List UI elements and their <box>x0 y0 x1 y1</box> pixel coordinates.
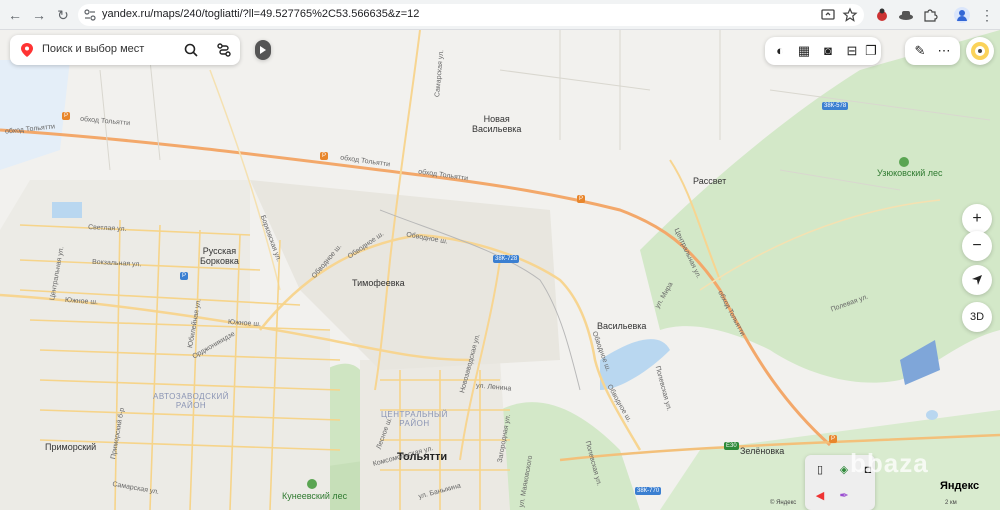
forward-icon[interactable]: → <box>30 6 48 24</box>
map-style-icon[interactable]: ❐ <box>863 40 879 62</box>
avatar-icon <box>971 42 989 60</box>
extensions-puzzle-icon[interactable] <box>922 7 938 23</box>
place-label: Кунеевский лес <box>282 491 348 501</box>
scale-label: 2 км <box>945 500 957 506</box>
play-icon <box>260 46 266 54</box>
watermark-logo: bbaza <box>850 448 929 478</box>
my-location-button[interactable] <box>962 265 992 295</box>
district-label: АВТОЗАВОДСКИЙ РАЙОН <box>153 392 230 410</box>
collapse-panel-button[interactable] <box>255 40 271 60</box>
cast-icon[interactable] <box>820 7 836 23</box>
star-icon[interactable] <box>842 7 858 23</box>
route-shield: 38К-770 <box>635 487 662 495</box>
browser-menu-icon[interactable]: ⋮ <box>978 6 996 24</box>
more-icon[interactable]: ⋯ <box>933 40 955 62</box>
forest-icon <box>899 157 909 167</box>
place-label: Узюковский лес <box>877 168 943 178</box>
phone-icon[interactable]: ▯ <box>809 459 831 481</box>
place-label: Тимофеевка <box>352 278 405 288</box>
ruler-icon[interactable]: ✎ <box>909 40 931 62</box>
route-shield: 38К-728 <box>493 255 520 263</box>
profile-avatar-icon[interactable] <box>954 7 970 23</box>
forest-icon <box>307 479 317 489</box>
url-text: yandex.ru/maps/240/togliatti/?ll=49.5277… <box>102 8 420 20</box>
tools-toolbar: ✎ ⋯ <box>905 37 960 65</box>
search-input[interactable]: Поиск и выбор мест <box>42 43 144 55</box>
panorama-icon[interactable]: ▦ <box>793 40 815 62</box>
fuel-marker[interactable]: Р <box>62 112 71 120</box>
layers-toolbar: ◐ ▦ ◙ ⊟ ❐ <box>765 37 881 65</box>
extension-ladybug-icon[interactable] <box>874 7 890 23</box>
map-canvas[interactable]: Новая Васильевка Рассвет Узюковский лес … <box>0 30 1000 510</box>
pen-icon[interactable]: ✒ <box>833 485 855 507</box>
fuel-marker[interactable]: Р <box>829 435 838 443</box>
camera-icon[interactable]: ◙ <box>817 40 839 62</box>
place-label: Русская Борковка <box>200 246 239 266</box>
place-label: Рассвет <box>693 176 727 186</box>
zoom-out-button[interactable]: − <box>962 231 992 261</box>
route-shield: 38К-578 <box>822 102 849 110</box>
fuel-marker[interactable]: Р <box>577 195 586 203</box>
place-label: Васильевка <box>597 321 647 331</box>
user-avatar[interactable] <box>966 37 994 65</box>
transport-icon[interactable]: ⊟ <box>841 40 863 62</box>
route-icon[interactable] <box>216 42 232 58</box>
3d-button[interactable]: 3D <box>962 302 992 332</box>
sound-icon[interactable]: ◀ <box>809 485 831 507</box>
zoom-in-button[interactable]: + <box>962 204 992 234</box>
reload-icon[interactable]: ↻ <box>54 6 72 24</box>
browser-toolbar: ← → ↻ yandex.ru/maps/240/togliatti/?ll=4… <box>0 0 1000 30</box>
back-icon[interactable]: ← <box>6 6 24 24</box>
yandex-logo[interactable]: Яндекс <box>940 480 979 492</box>
place-label: Новая Васильевка <box>472 114 522 134</box>
bus-marker[interactable]: Р <box>180 272 189 280</box>
address-bar[interactable]: yandex.ru/maps/240/togliatti/?ll=49.5277… <box>78 4 864 26</box>
site-info-icon[interactable] <box>84 9 96 21</box>
location-pin-icon <box>21 43 33 57</box>
extension-hat-icon[interactable] <box>898 7 914 23</box>
navigation-arrow-icon <box>972 275 982 285</box>
place-label: Приморский <box>45 442 97 452</box>
satellite-layer-icon[interactable]: ◐ <box>769 40 791 62</box>
fuel-marker[interactable]: Р <box>320 152 329 160</box>
search-panel[interactable]: Поиск и выбор мест <box>10 35 240 65</box>
route-shield: E30 <box>724 442 739 450</box>
search-icon[interactable] <box>184 43 198 57</box>
place-label: Зелёновка <box>740 446 785 456</box>
copyright-text[interactable]: © Яндекс <box>770 500 796 506</box>
